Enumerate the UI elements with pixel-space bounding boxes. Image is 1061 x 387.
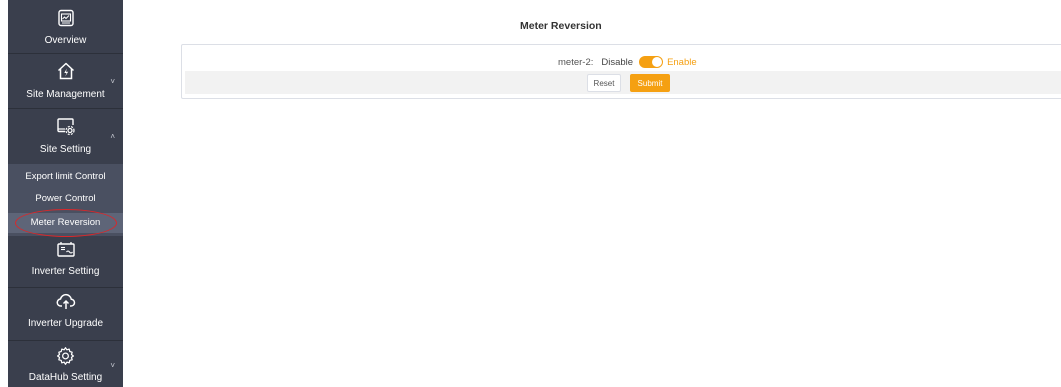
sidebar-item-inverter-upgrade[interactable]: Inverter Upgrade bbox=[8, 290, 123, 336]
sidebar-item-label: Site Management bbox=[26, 89, 105, 100]
enable-option[interactable]: Enable bbox=[667, 57, 697, 68]
sidebar-item-label: Inverter Upgrade bbox=[27, 318, 104, 329]
sidebar-item-inverter-setting[interactable]: Inverter Setting bbox=[8, 238, 123, 284]
app-window: Overview Site Management ˅ Site Setting … bbox=[0, 0, 1061, 387]
chevron-up-icon[interactable]: ˄ bbox=[110, 132, 115, 141]
gear-icon bbox=[56, 347, 75, 365]
meter-enable-toggle[interactable] bbox=[639, 56, 664, 68]
meter-reversion-form: meter-2: Disable Enable Reset Submit bbox=[181, 44, 1061, 99]
sidebar-item-label: DataHub Setting bbox=[28, 372, 103, 383]
toggle-knob bbox=[652, 57, 663, 67]
page-title: Meter Reversion bbox=[520, 20, 602, 32]
sidebar-item-site-management[interactable]: Site Management ˅ bbox=[8, 55, 123, 107]
sidebar-subitem-export-limit-control[interactable]: Export limit Control bbox=[8, 167, 123, 187]
inverter-icon bbox=[56, 242, 75, 257]
divider bbox=[8, 108, 123, 109]
chevron-down-icon[interactable]: ˅ bbox=[110, 77, 115, 86]
sidebar-item-datahub-setting[interactable]: DataHub Setting ˅ bbox=[8, 343, 123, 387]
submit-button[interactable]: Submit bbox=[630, 74, 670, 92]
sidebar-item-overview[interactable]: Overview bbox=[8, 0, 123, 53]
sidebar-subitem-meter-reversion[interactable]: Meter Reversion bbox=[8, 213, 123, 233]
home-power-icon bbox=[57, 62, 74, 80]
sidebar-item-label: Overview bbox=[44, 35, 87, 46]
meter-label: meter-2: bbox=[558, 56, 594, 68]
cloud-upload-icon bbox=[56, 293, 75, 309]
button-bar: Reset Submit bbox=[185, 71, 1061, 94]
screen-gear-icon bbox=[56, 118, 75, 136]
divider bbox=[8, 287, 123, 288]
disable-option[interactable]: Disable bbox=[601, 57, 633, 68]
sidebar: Overview Site Management ˅ Site Setting … bbox=[8, 0, 123, 387]
sidebar-item-label: Site Setting bbox=[39, 144, 92, 155]
site-setting-submenu: Export limit Control Power Control Meter… bbox=[8, 164, 123, 237]
meter-row: meter-2: Disable Enable bbox=[558, 56, 697, 68]
divider bbox=[8, 340, 123, 341]
sidebar-item-label: Inverter Setting bbox=[31, 266, 100, 277]
sidebar-subitem-power-control[interactable]: Power Control bbox=[8, 189, 123, 209]
monitor-icon bbox=[57, 9, 74, 27]
divider bbox=[8, 53, 123, 54]
reset-button[interactable]: Reset bbox=[587, 74, 621, 92]
chevron-down-icon[interactable]: ˅ bbox=[110, 361, 115, 370]
sidebar-item-site-setting[interactable]: Site Setting ˄ bbox=[8, 110, 123, 162]
